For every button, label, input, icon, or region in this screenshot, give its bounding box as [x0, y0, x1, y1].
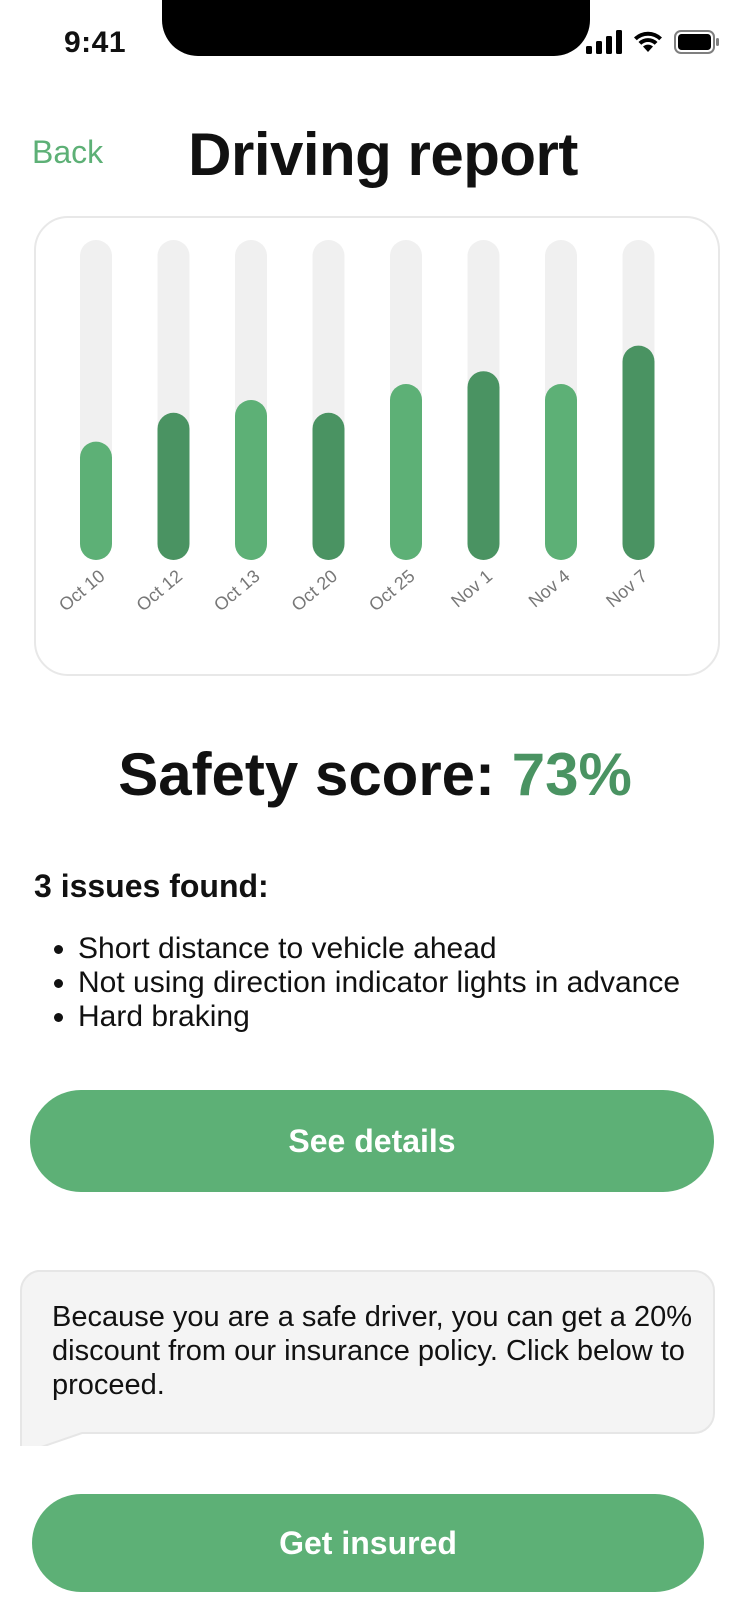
driving-score-chart: Oct 10 Oct 12 Oct 13 Oct 20 Oct 25 Nov 1 Nov 4… [55, 240, 655, 615]
chart-bar [467, 371, 500, 560]
chart-x-tick-label: Oct 12 [133, 566, 186, 615]
chart-x-tick-label: Nov 7 [602, 566, 651, 612]
chart-bar [235, 400, 267, 560]
issue-item: Not using direction indicator lights in … [78, 966, 680, 1000]
safety-score-value: 73% [511, 741, 632, 808]
chart-x-tick-label: Oct 25 [365, 566, 418, 615]
chart-x-tick-label: Oct 10 [55, 566, 108, 615]
offer-text: Because you are a safe driver, you can g… [52, 1301, 693, 1401]
battery-icon [674, 30, 719, 54]
chart-bar [80, 441, 112, 560]
chart-bar [390, 384, 422, 560]
safety-score: Safety score: 73% [0, 740, 750, 809]
cellular-signal-icon [586, 30, 622, 54]
status-icons [586, 30, 720, 54]
chart-x-tick-label: Nov 1 [447, 566, 496, 612]
chart-bar [157, 412, 190, 560]
chart-bar [622, 345, 655, 560]
see-details-button[interactable]: See details [30, 1090, 714, 1192]
issue-item: Short distance to vehicle ahead [78, 932, 680, 966]
get-insured-button[interactable]: Get insured [32, 1494, 704, 1592]
driving-chart-card: Oct 10 Oct 12 Oct 13 Oct 20 Oct 25 Nov 1 Nov 4… [34, 216, 720, 676]
safety-score-label: Safety score: [118, 741, 496, 808]
chart-bar [312, 412, 345, 560]
device-notch [162, 0, 590, 56]
issue-item: Hard braking [78, 1000, 680, 1034]
chart-x-tick-label: Oct 13 [210, 566, 263, 615]
wifi-icon [634, 31, 662, 52]
issues-title: 3 issues found: [34, 868, 269, 904]
page-title-text: Driving report [188, 121, 578, 188]
chart-bar [545, 384, 577, 560]
chart-x-tick-label: Oct 20 [288, 566, 341, 615]
page-title: Driving report [0, 120, 750, 189]
chart-x-tick-label: Nov 4 [525, 566, 574, 612]
status-time: 9:41 [64, 26, 127, 59]
issues-list: Short distance to vehicle ahead Not usin… [48, 932, 680, 1034]
